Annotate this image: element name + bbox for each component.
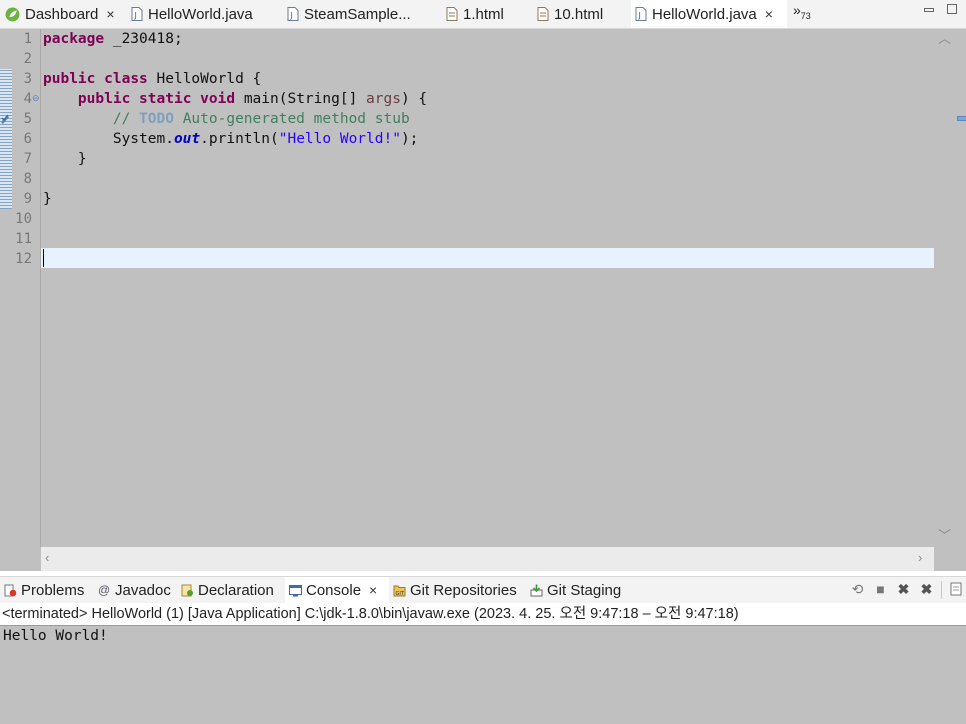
tab-overflow-button[interactable]: »73 bbox=[793, 2, 811, 21]
panel-tab-bar: Problems @ Javadoc Declaration Console ×… bbox=[0, 576, 966, 604]
horizontal-scrollbar[interactable]: ‹ › bbox=[41, 547, 934, 571]
tab-label: SteamSample... bbox=[304, 5, 411, 23]
code-line: public static void main(String[] args) { bbox=[77, 91, 428, 107]
line-number: 4 bbox=[23, 91, 32, 107]
text-cursor bbox=[43, 249, 44, 267]
editor-tab-bar: Dashboard × J HelloWorld.java J SteamSam… bbox=[0, 0, 966, 29]
svg-text:J: J bbox=[638, 11, 641, 20]
console-icon bbox=[289, 584, 302, 596]
line-number: 1 bbox=[23, 31, 32, 47]
remove-all-terminated-icon[interactable]: ✖ bbox=[919, 582, 934, 597]
tab-label: Dashboard bbox=[25, 5, 99, 23]
fold-collapse-icon[interactable]: ⊖ bbox=[32, 93, 40, 104]
line-number: 2 bbox=[23, 51, 32, 67]
line-number: 7 bbox=[23, 151, 32, 167]
quick-diff-ruler bbox=[0, 29, 12, 571]
javadoc-icon: @ bbox=[98, 582, 111, 597]
tab-git-staging[interactable]: Git Staging bbox=[526, 577, 632, 603]
close-icon[interactable]: × bbox=[765, 6, 773, 22]
svg-text:GIT: GIT bbox=[396, 591, 405, 597]
line-number-ruler: 1 2 3 4 ⊖ 5 6 7 8 9 10 11 12 bbox=[12, 29, 41, 547]
line-number: 12 bbox=[15, 251, 32, 267]
tab-steamsample[interactable]: J SteamSample... bbox=[283, 0, 433, 28]
tab-declaration[interactable]: Declaration bbox=[177, 577, 283, 603]
console-process-label: <terminated> HelloWorld (1) [Java Applic… bbox=[0, 603, 966, 625]
html-file-icon bbox=[446, 7, 458, 21]
toolbar-separator bbox=[941, 581, 942, 599]
task-overview-marker[interactable] bbox=[957, 116, 966, 121]
tab-label: Git Staging bbox=[547, 581, 622, 599]
minimize-icon[interactable] bbox=[924, 8, 934, 12]
line-number: 10 bbox=[15, 211, 32, 227]
code-area[interactable]: package _230418; public class HelloWorld… bbox=[41, 29, 934, 547]
remove-launch-icon[interactable]: ✖ bbox=[896, 582, 911, 597]
overview-ruler bbox=[952, 29, 966, 547]
console-output-area[interactable]: Hello World! bbox=[0, 625, 966, 724]
java-file-icon: J bbox=[131, 7, 143, 21]
task-marker-icon bbox=[1, 114, 9, 124]
tab-label: Git Repositories bbox=[410, 581, 517, 599]
line-number: 5 bbox=[23, 111, 32, 127]
tab-helloworld-java-active[interactable]: J HelloWorld.java × bbox=[631, 0, 787, 28]
code-line: // TODO Auto-generated method stub bbox=[112, 111, 410, 127]
tab-git-repositories[interactable]: GIT Git Repositories bbox=[389, 577, 525, 603]
git-staging-icon bbox=[530, 584, 543, 596]
tab-label: 1.html bbox=[463, 5, 504, 23]
tab-label: Problems bbox=[21, 581, 85, 599]
code-line: } bbox=[43, 151, 87, 167]
line-number: 11 bbox=[15, 231, 32, 247]
tab-dashboard[interactable]: Dashboard × bbox=[0, 0, 125, 28]
tab-helloworld-java[interactable]: J HelloWorld.java bbox=[127, 0, 277, 28]
line-number: 9 bbox=[23, 191, 32, 207]
tab-label: 10.html bbox=[554, 5, 604, 23]
git-repositories-icon: GIT bbox=[393, 585, 406, 597]
tab-label: HelloWorld.java bbox=[652, 5, 757, 23]
overflow-count: 73 bbox=[800, 10, 811, 21]
pin-console-icon[interactable]: ⟲ bbox=[850, 582, 865, 597]
vertical-scrollbar[interactable]: ︿ ﹀ bbox=[934, 29, 952, 547]
spring-icon bbox=[5, 7, 20, 21]
tab-console[interactable]: Console × bbox=[285, 577, 389, 603]
problems-icon bbox=[4, 584, 17, 596]
scroll-down-icon[interactable]: ﹀ bbox=[938, 529, 951, 543]
tab-10-html[interactable]: 10.html bbox=[533, 0, 628, 28]
code-line: } bbox=[43, 191, 52, 207]
tab-label: Console bbox=[306, 581, 362, 599]
tab-1-html[interactable]: 1.html bbox=[442, 0, 532, 28]
svg-text:J: J bbox=[290, 11, 293, 20]
line-number: 3 bbox=[23, 71, 32, 87]
terminate-icon[interactable]: ■ bbox=[873, 582, 888, 597]
svg-text:J: J bbox=[134, 11, 137, 20]
tab-javadoc[interactable]: @ Javadoc bbox=[94, 577, 176, 603]
tab-label: Declaration bbox=[198, 581, 274, 599]
close-icon[interactable]: × bbox=[369, 582, 377, 598]
clear-console-icon[interactable] bbox=[950, 582, 964, 596]
line-number: 6 bbox=[23, 131, 32, 147]
code-line: System.out.println("Hello World!"); bbox=[43, 131, 419, 147]
html-file-icon bbox=[537, 7, 549, 21]
close-icon[interactable]: × bbox=[106, 6, 114, 22]
tab-label: Javadoc bbox=[115, 581, 171, 599]
tab-label: HelloWorld.java bbox=[148, 5, 253, 23]
scroll-right-icon[interactable]: › bbox=[918, 551, 922, 565]
java-file-icon: J bbox=[635, 7, 647, 21]
declaration-icon bbox=[181, 584, 193, 596]
line-number: 8 bbox=[23, 171, 32, 187]
code-editor[interactable]: 1 2 3 4 ⊖ 5 6 7 8 9 10 11 12 package _23… bbox=[0, 29, 966, 571]
code-line: package _230418; bbox=[43, 31, 183, 47]
maximize-icon[interactable] bbox=[947, 4, 957, 14]
java-file-icon: J bbox=[287, 7, 299, 21]
overflow-icon: » bbox=[793, 2, 801, 18]
tab-problems[interactable]: Problems bbox=[0, 577, 92, 603]
console-output-text: Hello World! bbox=[3, 628, 108, 644]
scroll-left-icon[interactable]: ‹ bbox=[45, 551, 49, 565]
scroll-up-icon[interactable]: ︿ bbox=[938, 32, 951, 46]
change-marker bbox=[0, 69, 12, 209]
code-line: public class HelloWorld { bbox=[43, 71, 262, 87]
